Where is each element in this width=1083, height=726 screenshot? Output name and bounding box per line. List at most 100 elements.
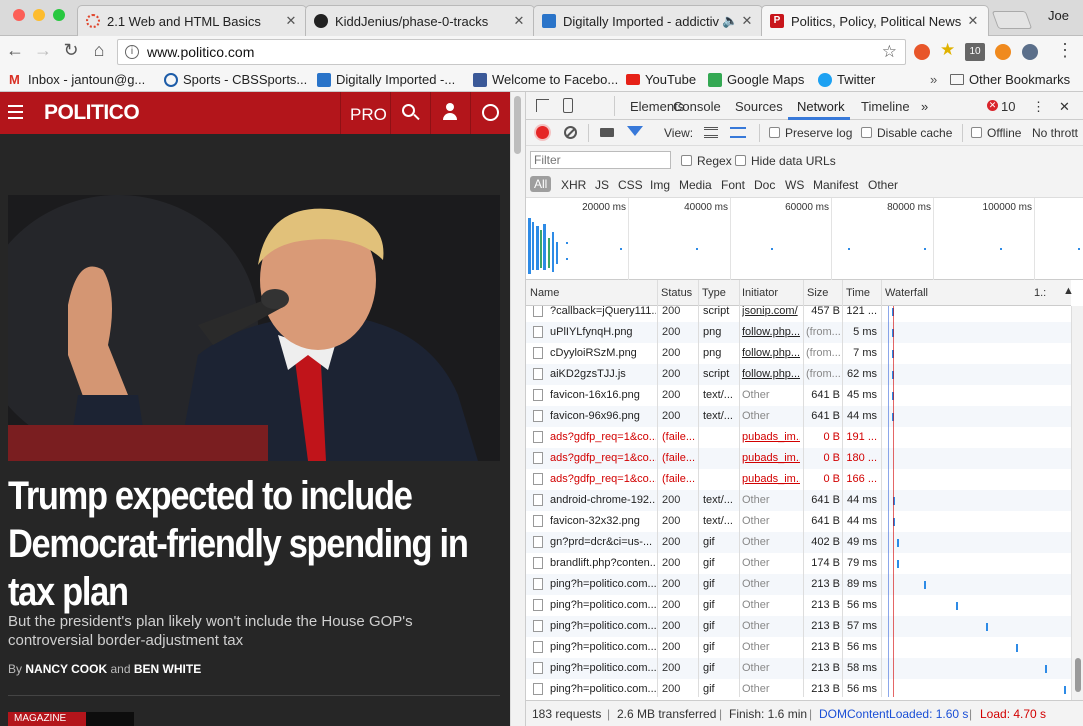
- table-row[interactable]: ads?gdfp_req=1&co... (faile... pubads_im..…: [526, 448, 1071, 469]
- capture-screenshots-icon[interactable]: [600, 128, 614, 137]
- minimize-window-button[interactable]: [33, 9, 45, 21]
- back-icon[interactable]: ←: [3, 40, 27, 61]
- cell-initiator[interactable]: follow.php...: [742, 326, 800, 338]
- table-row[interactable]: gn?prd=dcr&ci=us-... 200 gif Other 402 B 49 m…: [526, 532, 1071, 553]
- record-icon[interactable]: [536, 126, 549, 139]
- column-header-initiator[interactable]: Initiator: [742, 287, 778, 299]
- bookmark-facebook[interactable]: Welcome to Facebo...: [473, 72, 618, 87]
- device-mode-icon[interactable]: [563, 98, 573, 113]
- table-row[interactable]: ping?h=politico.com... 200 gif Other 213 B 57…: [526, 616, 1071, 637]
- bookmark-cbs[interactable]: Sports - CBSSports...: [164, 72, 307, 87]
- new-tab-button[interactable]: [991, 11, 1033, 29]
- bookmark-maps[interactable]: Google Maps: [708, 72, 804, 87]
- table-row[interactable]: aiKD2gzsTJJ.js 200 script follow.php... (fro…: [526, 364, 1071, 385]
- table-row[interactable]: favicon-32x32.png 200 text/... Other 641 B 44…: [526, 511, 1071, 532]
- profile-name[interactable]: Joe: [1048, 8, 1069, 23]
- thumbnail[interactable]: [86, 712, 134, 726]
- table-row[interactable]: ads?gdfp_req=1&co... (faile... pubads_im..…: [526, 469, 1071, 490]
- requests-scroll-thumb[interactable]: [1075, 658, 1081, 692]
- type-filter-doc[interactable]: Doc: [754, 178, 775, 192]
- filter-input[interactable]: [530, 151, 671, 169]
- close-tab-icon[interactable]: ✕: [740, 13, 754, 29]
- section-badge[interactable]: MAGAZINE: [8, 712, 86, 726]
- column-header-size[interactable]: Size: [807, 287, 828, 299]
- bookmark-star-icon[interactable]: ☆: [882, 42, 897, 62]
- table-row[interactable]: ping?h=politico.com... 200 gif Other 213 B 56…: [526, 637, 1071, 658]
- clear-icon[interactable]: [564, 126, 577, 139]
- tab-network[interactable]: Network: [797, 99, 845, 114]
- column-header-status[interactable]: Status: [661, 287, 692, 299]
- forward-icon[interactable]: →: [31, 40, 55, 61]
- cell-initiator[interactable]: pubads_im...: [742, 431, 800, 443]
- requests-scrollbar[interactable]: [1071, 306, 1083, 700]
- table-row[interactable]: favicon-96x96.png 200 text/... Other 641 B 44…: [526, 406, 1071, 427]
- other-bookmarks[interactable]: Other Bookmarks: [950, 72, 1070, 87]
- author-link[interactable]: BEN WHITE: [134, 662, 201, 676]
- table-row[interactable]: ping?h=politico.com... 200 gif Other 213 B 89…: [526, 574, 1071, 595]
- user-icon[interactable]: [443, 103, 457, 121]
- bookmark-twitter[interactable]: Twitter: [818, 72, 875, 87]
- type-filter-manifest[interactable]: Manifest: [813, 178, 858, 192]
- column-header-waterfall[interactable]: Waterfall: [885, 287, 928, 299]
- type-filter-img[interactable]: Img: [650, 178, 670, 192]
- cell-initiator[interactable]: follow.php...: [742, 368, 800, 380]
- error-count[interactable]: 10: [1001, 99, 1015, 114]
- close-tab-icon[interactable]: ✕: [512, 13, 526, 29]
- preserve-log-checkbox[interactable]: Preserve log: [769, 126, 852, 140]
- error-icon[interactable]: ✕: [987, 100, 998, 111]
- inspect-element-icon[interactable]: [536, 99, 549, 112]
- table-row[interactable]: uPlIYLfynqH.png 200 png follow.php... (from.…: [526, 322, 1071, 343]
- overview-icon[interactable]: [730, 127, 746, 138]
- type-filter-css[interactable]: CSS: [618, 178, 643, 192]
- disable-cache-checkbox[interactable]: Disable cache: [861, 126, 952, 140]
- browser-tab[interactable]: 2.1 Web and HTML Basics ✕: [77, 5, 307, 36]
- cell-initiator[interactable]: pubads_im...: [742, 473, 800, 485]
- home-icon[interactable]: ⌂: [87, 40, 111, 61]
- large-rows-icon[interactable]: [704, 127, 718, 138]
- hide-data-urls-checkbox[interactable]: Hide data URLs: [735, 154, 836, 168]
- more-bookmarks-icon[interactable]: »: [930, 72, 937, 87]
- page-scrollbar[interactable]: [510, 92, 525, 726]
- bookmark-gmail[interactable]: M Inbox - jantoun@g...: [9, 72, 145, 87]
- cell-initiator[interactable]: pubads_im...: [742, 452, 800, 464]
- pro-link[interactable]: PRO: [350, 105, 387, 125]
- page-info-icon[interactable]: i: [125, 45, 139, 59]
- extension-star-icon[interactable]: ★: [940, 40, 955, 60]
- search-icon[interactable]: [402, 104, 420, 121]
- cell-initiator[interactable]: jsonip.com/: [742, 306, 800, 317]
- close-tab-icon[interactable]: ✕: [966, 13, 980, 29]
- extension-icon[interactable]: [914, 44, 930, 60]
- cell-initiator[interactable]: follow.php...: [742, 347, 800, 359]
- article-headline[interactable]: Trump expected to include Democrat-frien…: [8, 472, 507, 616]
- bookmark-di[interactable]: Digitally Imported -...: [317, 72, 455, 87]
- site-logo[interactable]: POLITICO: [44, 101, 140, 125]
- tab-console[interactable]: Console: [673, 99, 721, 114]
- table-row[interactable]: favicon-16x16.png 200 text/... Other 641 B 45…: [526, 385, 1071, 406]
- type-filter-media[interactable]: Media: [679, 178, 712, 192]
- sort-ascending-icon[interactable]: ▲: [1063, 285, 1074, 297]
- author-link[interactable]: NANCY COOK: [25, 662, 107, 676]
- type-filter-ws[interactable]: WS: [785, 178, 804, 192]
- table-row[interactable]: ads?gdfp_req=1&co... (faile... pubads_im..…: [526, 427, 1071, 448]
- offline-checkbox[interactable]: Offline: [971, 126, 1021, 140]
- table-row[interactable]: ping?h=politico.com... 200 gif Other 213 B 56…: [526, 595, 1071, 616]
- hero-image[interactable]: [8, 195, 500, 461]
- reload-icon[interactable]: ↻: [59, 40, 83, 61]
- tab-timeline[interactable]: Timeline: [861, 99, 910, 114]
- browser-tab[interactable]: KiddJenius/phase-0-tracks ✕: [305, 5, 535, 36]
- devtools-close-icon[interactable]: ✕: [1059, 99, 1070, 115]
- more-tabs-icon[interactable]: »: [921, 99, 928, 114]
- network-overview[interactable]: 20000 ms 40000 ms 60000 ms 80000 ms 100000 m…: [526, 198, 1083, 280]
- close-window-button[interactable]: [13, 9, 25, 21]
- tab-sources[interactable]: Sources: [735, 99, 783, 114]
- close-tab-icon[interactable]: ✕: [284, 13, 298, 29]
- page-scroll-thumb[interactable]: [514, 96, 521, 154]
- throttle-select[interactable]: No thrott: [1032, 126, 1078, 140]
- type-filter-js[interactable]: JS: [595, 178, 609, 192]
- audio-playing-icon[interactable]: 🔈: [722, 13, 738, 29]
- type-filter-xhr[interactable]: XHR: [561, 178, 586, 192]
- column-header-name[interactable]: Name: [530, 287, 559, 299]
- type-filter-other[interactable]: Other: [868, 178, 898, 192]
- table-row[interactable]: ping?h=politico.com... 200 gif Other 213 B 58…: [526, 658, 1071, 679]
- browser-tab[interactable]: Digitally Imported - addictiv 🔈 ✕: [533, 5, 763, 36]
